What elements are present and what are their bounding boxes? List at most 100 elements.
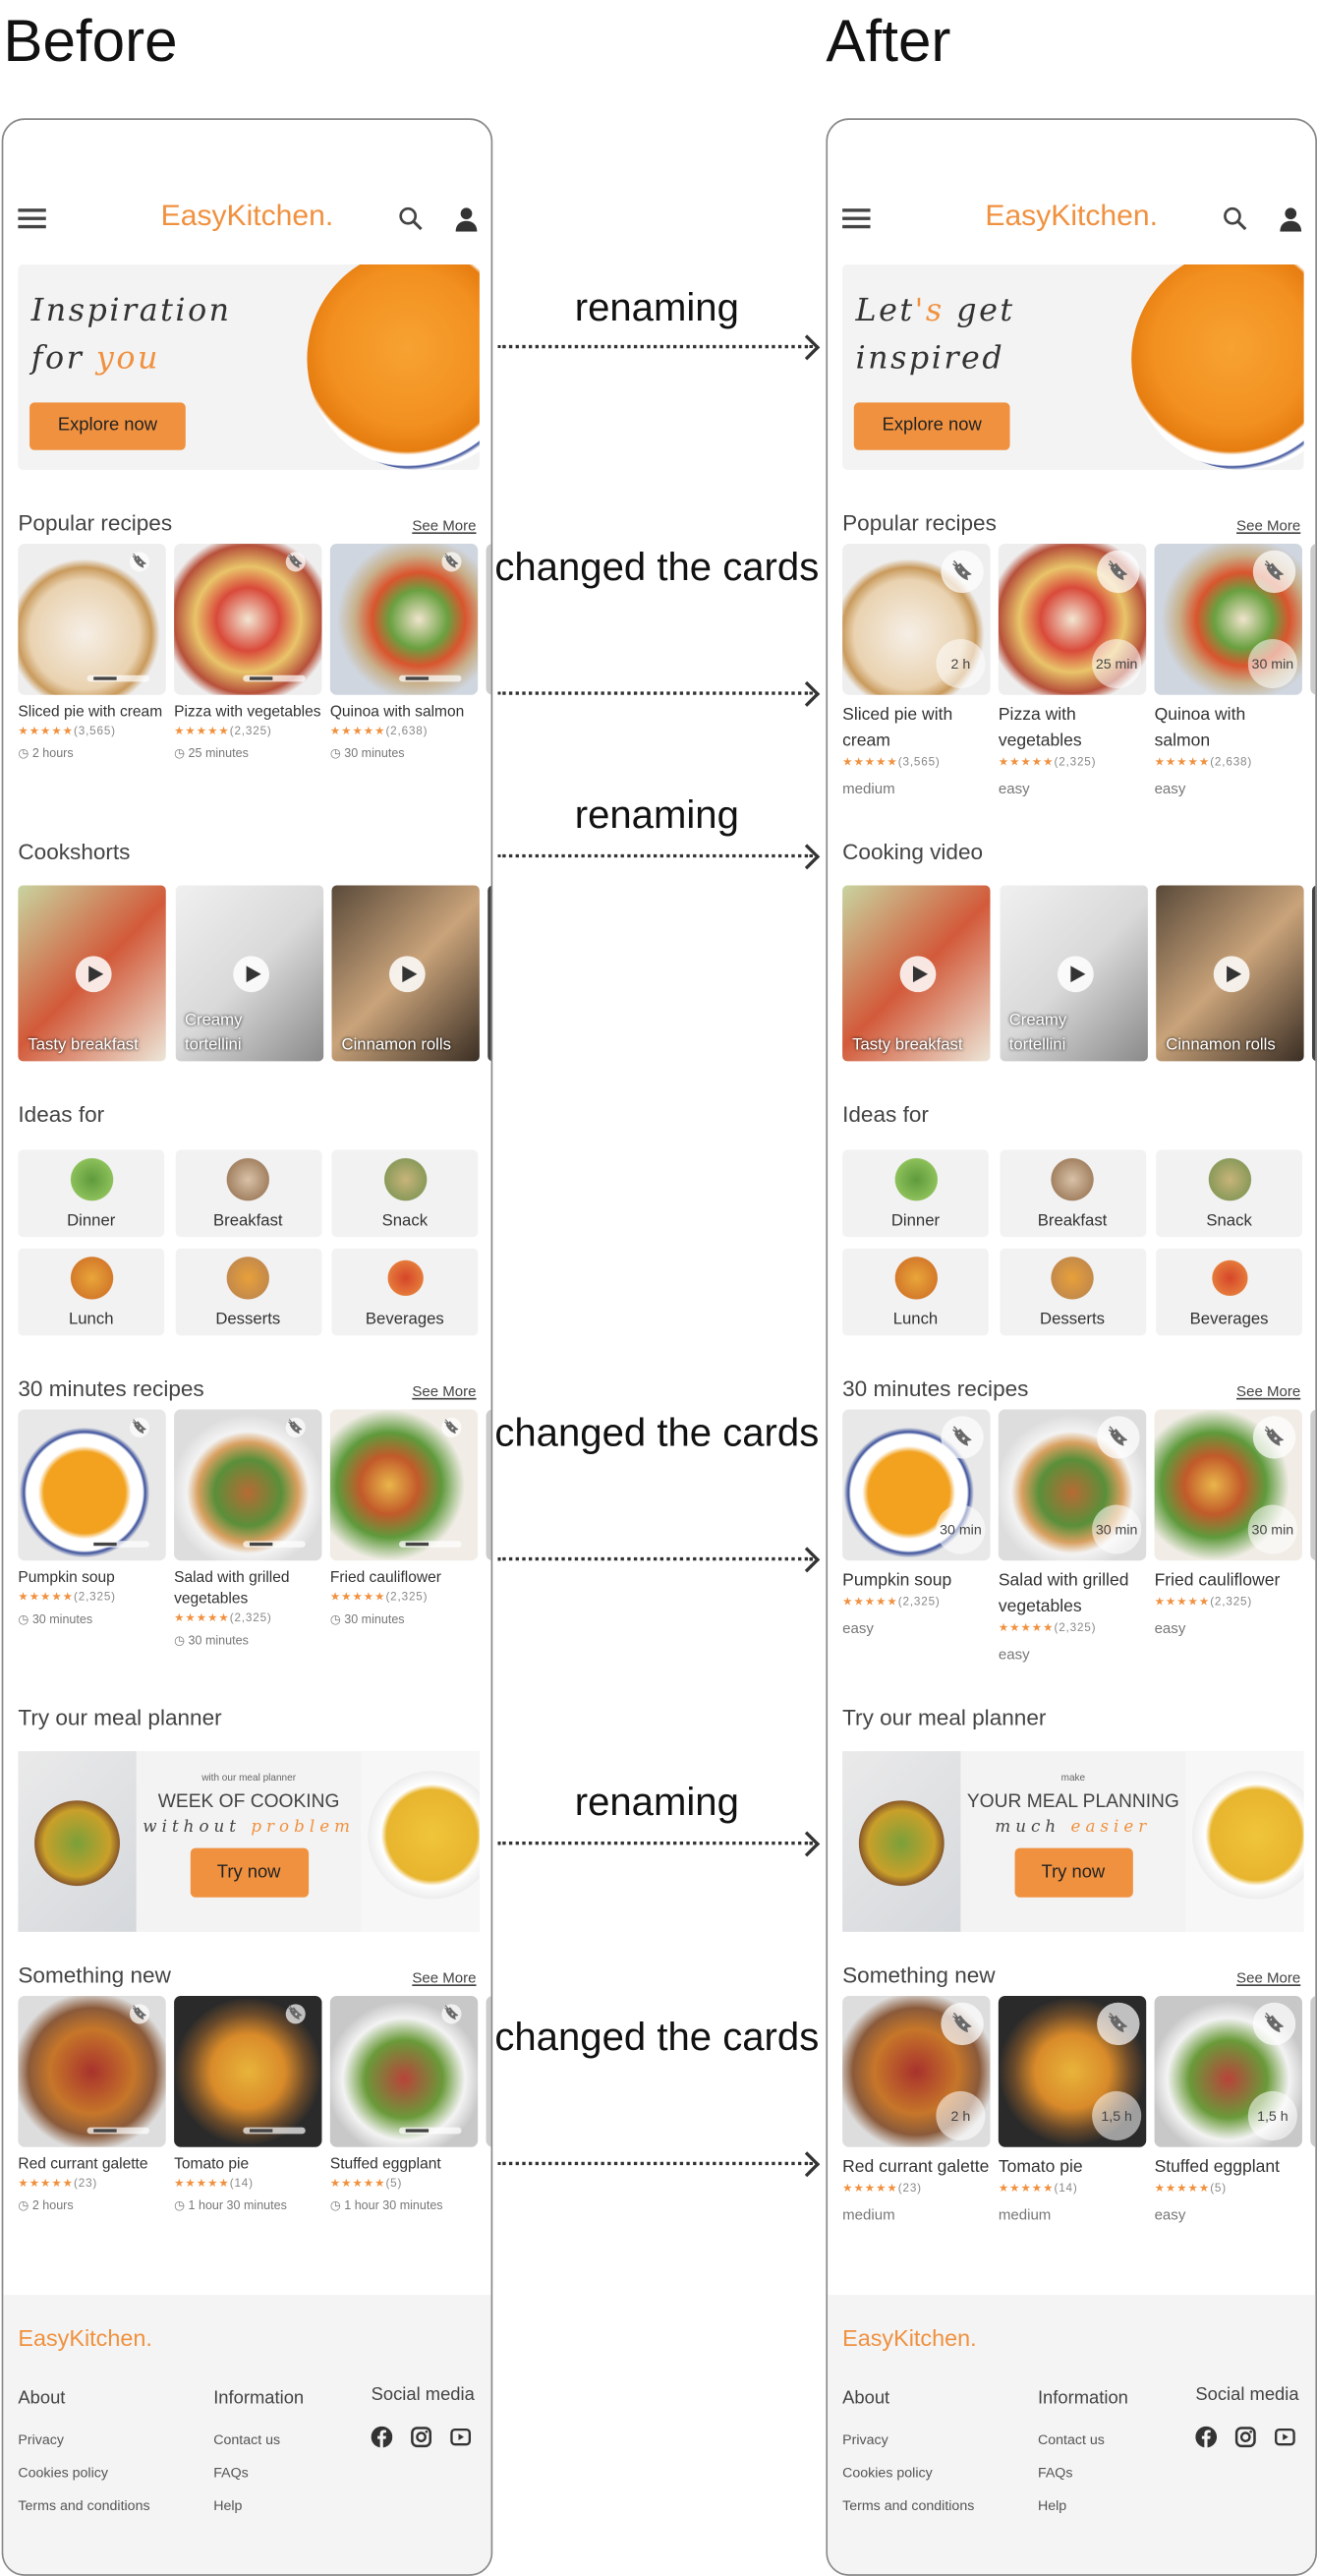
see-more-link[interactable]: See More	[1236, 1383, 1300, 1400]
recipe-image[interactable]: 🔖	[329, 1409, 479, 1561]
youtube-icon[interactable]	[450, 2427, 472, 2448]
recipe-card[interactable]: 🔖 2 h Red currant galette ★★★★★(23) medium	[842, 1996, 991, 2223]
recipe-image[interactable]: 🔖 2 h	[842, 1996, 991, 2147]
bookmark-icon[interactable]: 🔖	[1252, 1416, 1296, 1459]
bookmark-icon[interactable]: 🔖	[1252, 550, 1296, 594]
bookmark-icon[interactable]: 🔖	[285, 552, 306, 572]
bookmark-icon[interactable]: 🔖	[129, 2004, 150, 2024]
recipe-card[interactable]: 🔖 Pizza with vegetables ★★★★★(2,325) ◷ 25 m…	[174, 544, 322, 761]
recipe-image[interactable]: 🔖 30 min	[1154, 1409, 1302, 1561]
recipe-image[interactable]: 🔖 30 min	[842, 1409, 991, 1561]
idea-tile[interactable]: Lunch	[842, 1248, 989, 1336]
recipe-card[interactable]: 🔖 Red currant galette ★★★★★(23) ◷ 2 hours	[18, 1996, 166, 2213]
bookmark-icon[interactable]: 🔖	[441, 2004, 462, 2024]
search-icon[interactable]	[1222, 205, 1248, 232]
facebook-icon[interactable]	[1195, 2426, 1218, 2448]
recipe-card[interactable]: 🔖 Fried cauliflower ★★★★★(2,325) ◷ 30 minut…	[329, 1409, 479, 1626]
video-card[interactable]: Cinnamon rolls	[331, 885, 480, 1062]
recipe-image[interactable]: 🔖 30 min	[998, 1409, 1147, 1561]
idea-tile[interactable]: Beverages	[331, 1248, 479, 1336]
recipe-image[interactable]: 🔖	[174, 1996, 322, 2147]
try-now-button[interactable]: Try now	[1013, 1847, 1133, 1898]
footer-link[interactable]: Help	[213, 2497, 242, 2514]
see-more-link[interactable]: See More	[412, 1969, 476, 1986]
see-more-link[interactable]: See More	[412, 517, 476, 534]
bookmark-icon[interactable]: 🔖	[1097, 1416, 1140, 1459]
bookmark-icon[interactable]: 🔖	[129, 552, 150, 572]
recipe-card[interactable]: 🔖 25 min Pizza with vegetables ★★★★★(2,325)…	[998, 544, 1147, 796]
recipe-card[interactable]: 🔖 30 min Quinoa with salmon ★★★★★(2,638) eas…	[1154, 544, 1302, 796]
footer-link[interactable]: Cookies policy	[18, 2464, 108, 2481]
video-card[interactable]: Tasty breakfast	[18, 885, 166, 1062]
explore-now-button[interactable]: Explore now	[29, 402, 186, 450]
recipe-card[interactable]: 🔖 Sliced pie with cream ★★★★★(3,565) ◷ 2 ho…	[18, 544, 166, 761]
bookmark-icon[interactable]: 🔖	[941, 2002, 984, 2046]
user-icon[interactable]	[1278, 205, 1304, 232]
bookmark-icon[interactable]: 🔖	[285, 1417, 306, 1437]
recipe-image[interactable]: 🔖	[18, 1409, 166, 1561]
bookmark-icon[interactable]: 🔖	[285, 2004, 306, 2024]
recipe-image[interactable]: 🔖	[18, 544, 166, 695]
recipe-card-partial[interactable]	[486, 1996, 491, 2147]
play-icon[interactable]	[232, 956, 269, 993]
idea-tile[interactable]: Lunch	[18, 1248, 165, 1336]
recipe-card-partial[interactable]	[1310, 1409, 1316, 1561]
bookmark-icon[interactable]: 🔖	[129, 1417, 150, 1437]
recipe-image[interactable]: 🔖 25 min	[998, 544, 1147, 695]
recipe-card-partial[interactable]	[1310, 1996, 1316, 2147]
video-card[interactable]: Creamy tortellini	[174, 885, 323, 1062]
instagram-icon[interactable]	[1234, 2427, 1256, 2448]
play-icon[interactable]	[1213, 956, 1250, 993]
idea-tile[interactable]: Dinner	[18, 1149, 165, 1238]
recipe-image[interactable]: 🔖 1,5 h	[1154, 1996, 1302, 2147]
footer-link[interactable]: Terms and conditions	[842, 2497, 974, 2514]
play-icon[interactable]	[1057, 956, 1093, 993]
recipe-card[interactable]: 🔖 Salad with grilled vegetables ★★★★★(2,32…	[174, 1409, 322, 1648]
search-icon[interactable]	[397, 205, 424, 232]
play-icon[interactable]	[388, 956, 426, 993]
youtube-icon[interactable]	[1275, 2427, 1296, 2448]
footer-link[interactable]: Privacy	[842, 2431, 888, 2448]
bookmark-icon[interactable]: 🔖	[941, 550, 984, 594]
recipe-card[interactable]: 🔖 Tomato pie ★★★★★(14) ◷ 1 hour 30 minutes	[174, 1996, 322, 2213]
recipe-card[interactable]: 🔖 30 min Salad with grilled vegetables ★★★★…	[998, 1409, 1147, 1663]
recipe-image[interactable]: 🔖	[18, 1996, 166, 2147]
recipe-image[interactable]: 🔖	[174, 1409, 322, 1561]
idea-tile[interactable]: Breakfast	[174, 1149, 321, 1238]
recipe-image[interactable]: 🔖 2 h	[842, 544, 991, 695]
facebook-icon[interactable]	[371, 2426, 393, 2448]
recipe-card-partial[interactable]	[486, 544, 491, 695]
recipe-card[interactable]: 🔖 1,5 h Tomato pie ★★★★★(14) medium	[998, 1996, 1147, 2223]
video-card[interactable]: Cinnamon rolls	[1156, 885, 1304, 1062]
idea-tile[interactable]: Dinner	[842, 1149, 989, 1238]
footer-link[interactable]: Contact us	[213, 2431, 280, 2448]
idea-tile[interactable]: Snack	[331, 1149, 479, 1238]
bookmark-icon[interactable]: 🔖	[441, 1417, 462, 1437]
idea-tile[interactable]: Snack	[1156, 1149, 1302, 1238]
idea-tile[interactable]: Desserts	[174, 1248, 321, 1336]
instagram-icon[interactable]	[411, 2427, 432, 2448]
bookmark-icon[interactable]: 🔖	[941, 1416, 984, 1459]
video-card[interactable]: Tasty breakfast	[842, 885, 991, 1062]
footer-link[interactable]: Contact us	[1038, 2431, 1105, 2448]
recipe-image[interactable]: 🔖	[329, 544, 479, 695]
footer-link[interactable]: Help	[1038, 2497, 1066, 2514]
video-card[interactable]: Creamy tortellini	[999, 885, 1148, 1062]
play-icon[interactable]	[75, 956, 112, 993]
recipe-card[interactable]: 🔖 30 min Pumpkin soup ★★★★★(2,325) easy	[842, 1409, 991, 1636]
see-more-link[interactable]: See More	[1236, 1969, 1300, 1986]
recipe-image[interactable]: 🔖	[329, 1996, 479, 2147]
idea-tile[interactable]: Breakfast	[999, 1149, 1146, 1238]
footer-link[interactable]: Terms and conditions	[18, 2497, 149, 2514]
idea-tile[interactable]: Beverages	[1156, 1248, 1302, 1336]
recipe-card-partial[interactable]	[1310, 544, 1316, 695]
bookmark-icon[interactable]: 🔖	[1097, 550, 1140, 594]
recipe-image[interactable]: 🔖	[174, 544, 322, 695]
footer-link[interactable]: Privacy	[18, 2431, 64, 2448]
footer-link[interactable]: FAQs	[1038, 2464, 1073, 2481]
see-more-link[interactable]: See More	[1236, 517, 1300, 534]
footer-logo[interactable]: EasyKitchen.	[842, 2324, 977, 2351]
video-card-partial[interactable]	[487, 885, 491, 1062]
video-card-partial[interactable]	[1311, 885, 1316, 1062]
recipe-card[interactable]: 🔖 30 min Fried cauliflower ★★★★★(2,325) easy	[1154, 1409, 1302, 1636]
